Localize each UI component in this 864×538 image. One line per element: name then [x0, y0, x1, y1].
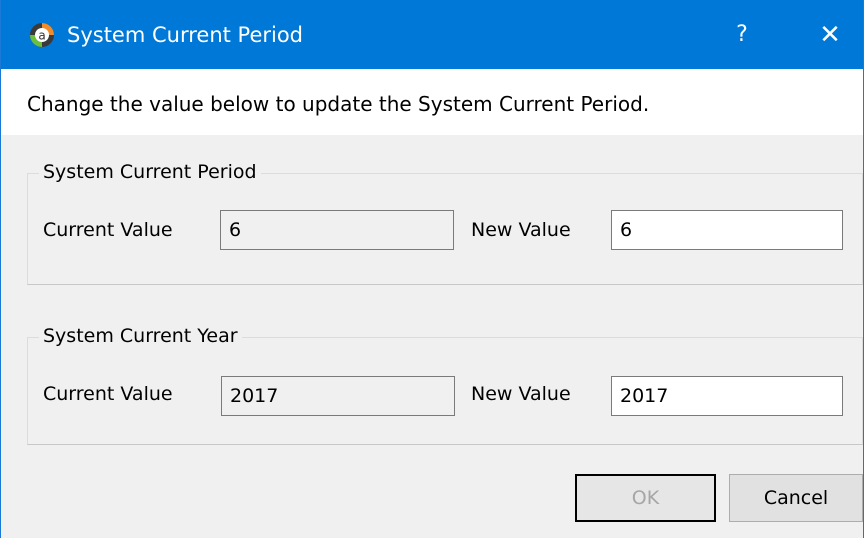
year-new-label: New Value	[471, 383, 571, 405]
title-bar[interactable]: a System Current Period ? ✕	[1, 0, 863, 69]
help-button[interactable]: ?	[717, 12, 767, 58]
app-logo-icon: a	[30, 23, 54, 47]
instruction-text: Change the value below to update the Sys…	[27, 92, 650, 116]
close-button[interactable]: ✕	[805, 12, 855, 58]
ok-button[interactable]: OK	[575, 474, 716, 522]
instruction-panel: Change the value below to update the Sys…	[1, 69, 863, 135]
year-new-value-field[interactable]	[611, 376, 843, 416]
year-current-value-field	[221, 376, 455, 416]
period-current-value-field	[220, 210, 454, 250]
period-current-label: Current Value	[43, 219, 173, 241]
dialog-window: a System Current Period ? ✕ Change the v…	[0, 0, 864, 538]
period-new-label: New Value	[471, 219, 571, 241]
period-group-legend: System Current Period	[39, 160, 261, 184]
period-new-value-field[interactable]	[611, 210, 843, 250]
window-title: System Current Period	[67, 23, 304, 47]
cancel-button[interactable]: Cancel	[729, 474, 863, 522]
app-logo-letter: a	[38, 29, 45, 43]
year-current-label: Current Value	[43, 383, 173, 405]
year-group-legend: System Current Year	[39, 324, 242, 348]
